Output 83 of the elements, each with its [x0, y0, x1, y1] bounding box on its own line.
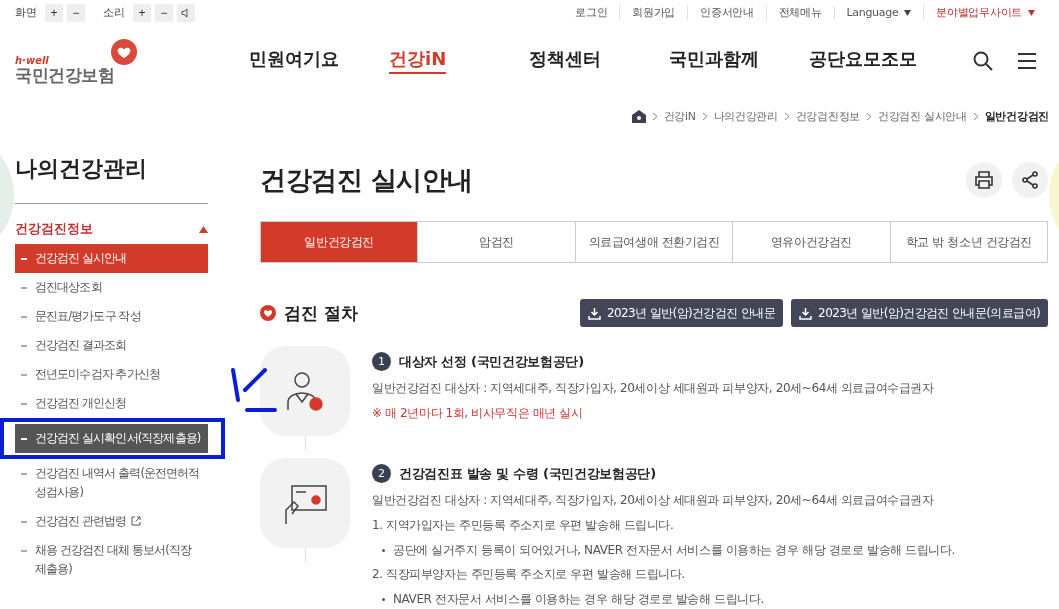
nav-menu-item[interactable]: 국민과함께 — [669, 47, 809, 75]
home-icon[interactable] — [631, 109, 646, 123]
control-label: 소리 — [103, 5, 125, 20]
dash-icon — [21, 316, 27, 318]
share-icon — [1021, 171, 1039, 189]
sidebar-item[interactable]: 건강검진 개인신청 — [15, 389, 208, 418]
chevron-icon — [972, 111, 979, 121]
chevron-icon — [651, 111, 658, 121]
step-text: 일반건강검진 대상자 : 지역세대주, 직장가입자, 20세이상 세대원과 피부양자, 20세~64세 의료급여수급권자 — [372, 492, 934, 509]
bullet-icon — [382, 549, 385, 552]
zoom-in-button[interactable]: + — [45, 3, 63, 22]
logo[interactable]: h·well 국민건강보험 — [15, 37, 135, 85]
zoom-out-button[interactable]: − — [67, 3, 85, 22]
step-text: NAVER 전자문서 서비스를 이용하는 경우 해당 경로로 발송해 드립니다. — [393, 591, 764, 608]
sidebar-item[interactable]: 건강검진 결과조회 — [15, 331, 208, 360]
printer-icon — [975, 171, 993, 189]
sidebar-title: 나의건강관리 — [15, 154, 208, 204]
page-title: 건강검진 실시안내 — [260, 163, 473, 197]
speaker-icon — [181, 7, 191, 18]
step-title: 건강검진표 발송 및 수령 (국민건강보험공단) — [399, 464, 656, 483]
caret-up-icon — [199, 225, 208, 233]
zoom-in-button[interactable]: + — [133, 3, 151, 22]
menu-icon[interactable] — [1017, 52, 1037, 70]
dash-icon — [21, 403, 27, 405]
tab[interactable]: 일반건강검진 — [261, 222, 418, 262]
control-label: 화면 — [15, 5, 37, 20]
sidebar-item[interactable]: 건강검진 실시안내 — [15, 244, 208, 273]
step-text: 일반건강검진 대상자 : 지역세대주, 직장가입자, 20세이상 세대원과 피부양자, 20세~64세 의료급여수급권자 — [372, 380, 934, 397]
print-button[interactable] — [966, 162, 1002, 198]
sidebar-group-toggle[interactable]: 건강검진정보 — [15, 214, 208, 244]
chevron-icon — [866, 111, 872, 121]
note-text: ※ 매 2년마다 1회, 비사무직은 매년 실시 — [372, 405, 583, 422]
sidebar-item[interactable]: 건강검진 내역서 출력(운전면허적성검사용) — [15, 459, 208, 507]
step-text: 2. 직장피부양자는 주민등록 주소지로 우편 발송해 드립니다. — [372, 566, 685, 583]
bullet-icon — [382, 598, 385, 601]
breadcrumb-link[interactable]: 일반건강검진 — [984, 108, 1049, 124]
dash-icon — [21, 438, 27, 440]
caret-icon — [904, 9, 912, 16]
download-button[interactable]: 2023년 일반(암)건강검진 안내문 — [579, 299, 784, 327]
utility-link[interactable]: 전체메뉴 — [765, 5, 834, 20]
speaker-button[interactable] — [177, 3, 195, 22]
breadcrumb-link[interactable]: 나의건강관리 — [713, 108, 778, 124]
section-title: 검진 절차 — [284, 301, 359, 325]
sidebar-item[interactable]: 채용 건강검진 대체 통보서(직장제출용) — [15, 536, 208, 584]
sidebar-item[interactable]: 문진표/평가도구 작성 — [15, 302, 208, 331]
utility-link[interactable]: Language — [833, 6, 924, 19]
utility-link[interactable]: 회원가입 — [619, 5, 688, 20]
search-icon[interactable] — [973, 51, 993, 71]
sidebar-item[interactable]: 건강검진 관련법령 — [15, 507, 208, 536]
step-number: 2 — [372, 464, 391, 483]
utility-link[interactable]: 로그인 — [563, 5, 620, 20]
breadcrumb-link[interactable]: 건강iN — [663, 108, 696, 124]
step-title: 대상자 선정 (국민건강보험공단) — [399, 352, 584, 371]
nav-menu-item[interactable]: 건강iN — [389, 47, 529, 75]
utility-link[interactable]: 분야별업무사이트 — [923, 5, 1047, 20]
sidebar-item[interactable]: 전년도미수검자 추가신청 — [15, 360, 208, 389]
step-text: 공단에 실거주지 등록이 되어있거나, NAVER 전자문서 서비스를 이용하는 경우 해당 경로로 발송해 드립니다. — [393, 542, 955, 559]
chevron-icon — [783, 111, 790, 121]
step-number: 1 — [372, 352, 391, 371]
dash-icon — [21, 473, 27, 475]
nav-menu-item[interactable]: 공단요모조모 — [809, 47, 949, 75]
nav-menu-item[interactable]: 정책센터 — [529, 47, 669, 75]
download-icon — [799, 306, 813, 320]
sidebar-item[interactable]: 검진대상조회 — [15, 273, 208, 302]
caret-icon — [1028, 9, 1035, 16]
download-icon — [587, 306, 601, 320]
breadcrumb-link[interactable]: 건강검진 실시안내 — [878, 108, 967, 124]
dash-icon — [21, 550, 27, 552]
sidebar-item[interactable]: 건강검진 실시확인서(직장제출용) — [15, 424, 208, 453]
zoom-out-button[interactable]: − — [155, 3, 173, 22]
dash-icon — [21, 374, 27, 376]
download-button[interactable]: 2023년 일반(암)건강검진 안내문(의료급여) — [791, 299, 1048, 327]
nav-menu-item[interactable]: 민원여기요 — [249, 47, 389, 75]
utility-link[interactable]: 인증서안내 — [687, 5, 766, 20]
dash-icon — [21, 258, 27, 260]
share-button[interactable] — [1012, 162, 1048, 198]
breadcrumb-link[interactable]: 건강검진정보 — [795, 108, 860, 124]
dash-icon — [21, 287, 27, 289]
step-text: 1. 지역가입자는 주민등록 주소지로 우편 발송해 드립니다. — [372, 517, 674, 534]
dash-icon — [21, 345, 27, 347]
external-link-icon — [130, 516, 141, 526]
chevron-icon — [701, 111, 708, 121]
dash-icon — [21, 521, 27, 523]
